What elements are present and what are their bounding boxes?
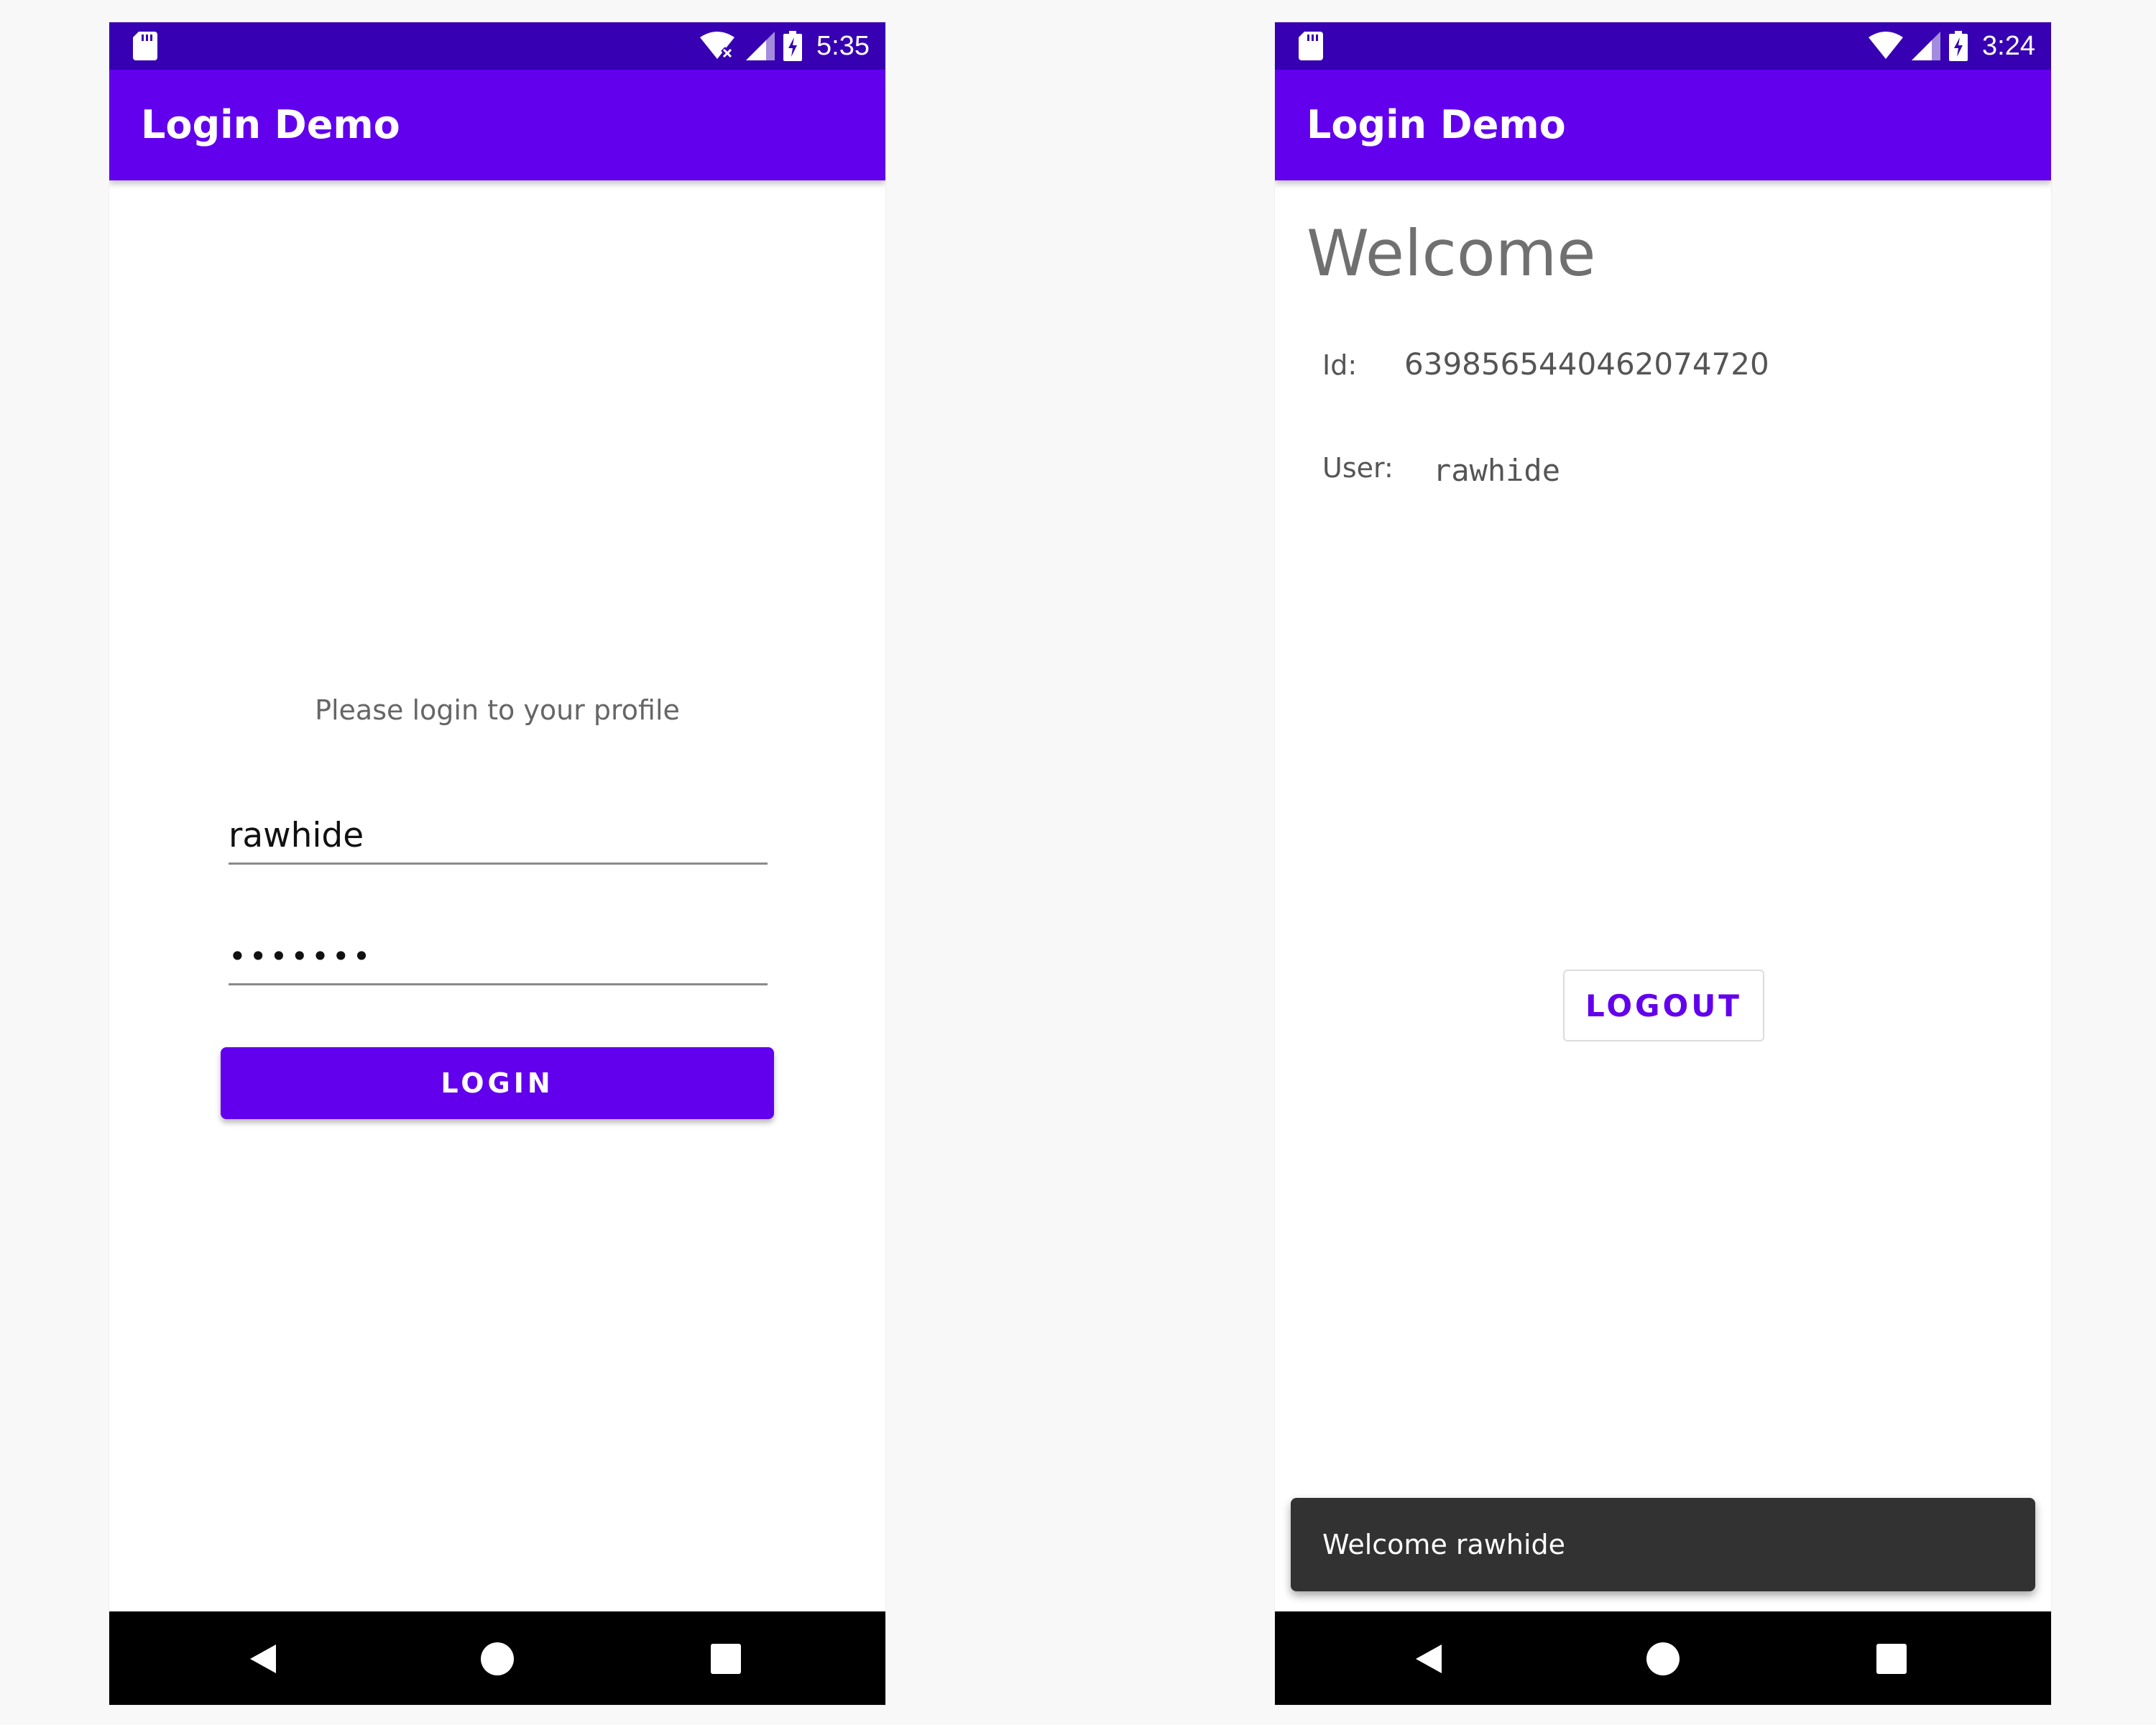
snackbar: Welcome rawhide	[1291, 1498, 2035, 1591]
status-time: 5:35	[816, 30, 870, 61]
status-icons: 5:35	[700, 22, 870, 70]
app-bar: Login Demo	[109, 70, 885, 180]
username-input[interactable]	[229, 809, 768, 865]
back-icon[interactable]	[1411, 1642, 1446, 1676]
status-icons: 3:24	[1869, 22, 2035, 70]
home-icon[interactable]	[480, 1642, 515, 1676]
home-icon[interactable]	[1646, 1642, 1680, 1676]
status-time: 3:24	[1982, 30, 2035, 61]
sd-card-icon	[1299, 32, 1323, 60]
user-value: rawhide	[1433, 453, 1561, 488]
battery-charging-icon	[783, 31, 803, 61]
app-title: Login Demo	[1307, 102, 1566, 147]
battery-charging-icon	[1949, 31, 1968, 61]
wifi-icon	[1869, 32, 1904, 59]
login-prompt: Please login to your profile	[315, 694, 680, 726]
status-bar: 5:35	[109, 22, 885, 70]
app-bar: Login Demo	[1275, 70, 2051, 180]
password-input[interactable]	[229, 929, 768, 985]
login-button[interactable]: LOGIN	[221, 1047, 774, 1119]
snackbar-text: Welcome rawhide	[1322, 1529, 1566, 1560]
id-label: Id:	[1322, 349, 1358, 381]
cell-signal-icon	[1912, 32, 1941, 60]
user-label: User:	[1322, 452, 1393, 484]
recents-icon[interactable]	[1876, 1643, 1907, 1675]
recents-icon[interactable]	[710, 1643, 742, 1675]
app-title: Login Demo	[141, 102, 400, 147]
cell-signal-icon	[746, 32, 775, 60]
navigation-bar	[109, 1611, 885, 1705]
status-bar: 3:24	[1275, 22, 2051, 70]
sd-card-icon	[133, 32, 157, 60]
login-screen: 5:35 Login Demo Please login to your pro…	[109, 22, 885, 1705]
welcome-heading: Welcome	[1307, 216, 1596, 290]
id-value: 6398565440462074720	[1404, 346, 1769, 382]
back-icon[interactable]	[246, 1642, 280, 1676]
navigation-bar	[1275, 1611, 2051, 1705]
logout-button[interactable]: LOGOUT	[1563, 970, 1764, 1041]
wifi-x-icon	[700, 32, 735, 60]
profile-screen: 3:24 Login Demo Welcome Id: 639856544046…	[1275, 22, 2051, 1705]
